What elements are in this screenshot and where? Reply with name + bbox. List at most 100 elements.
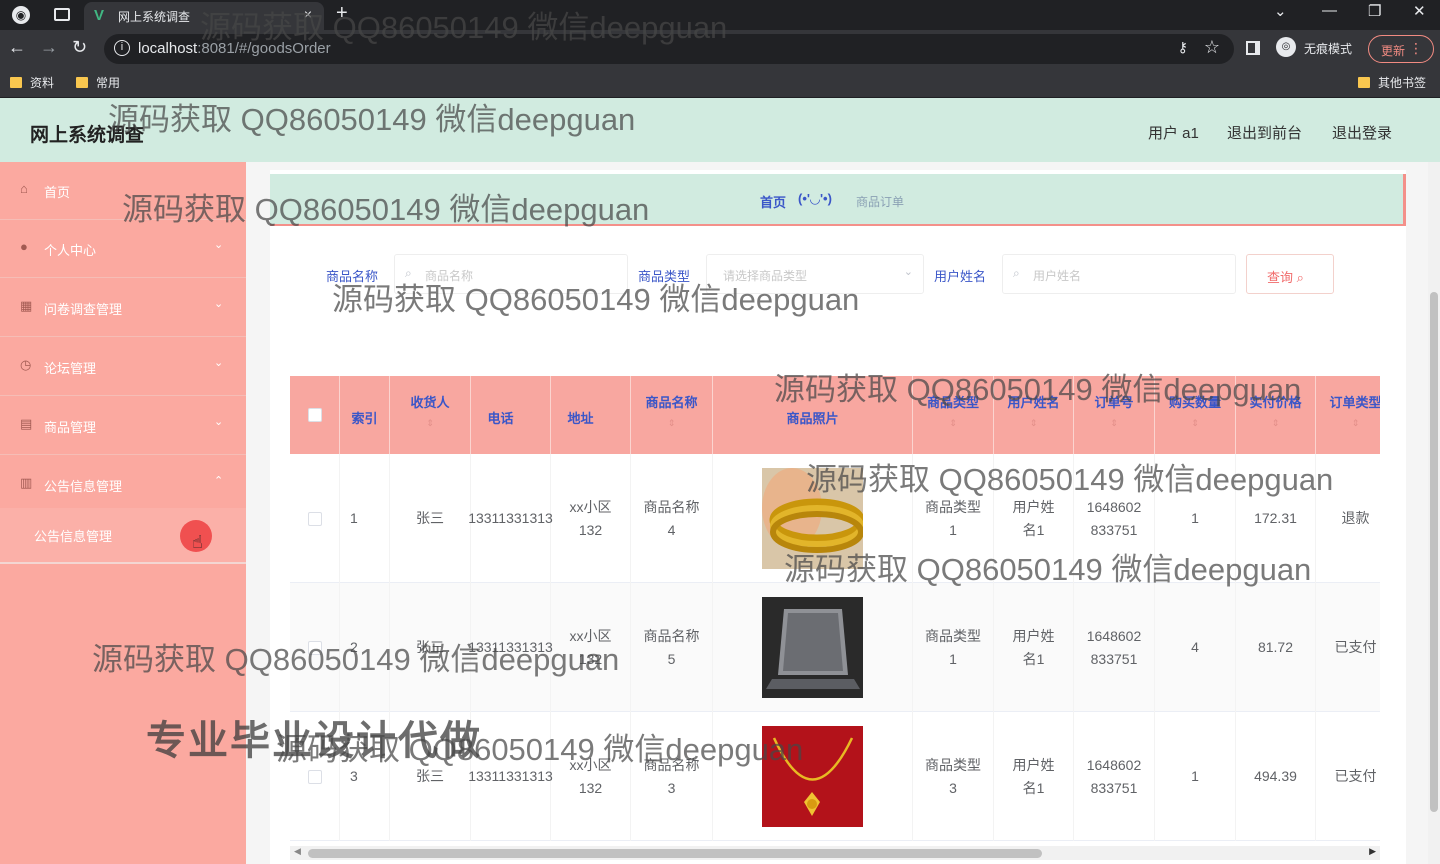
goods-type-select[interactable]: 请选择商品类型 ⌄ — [706, 254, 924, 294]
sidebar-item-survey[interactable]: ▦ 问卷调查管理 ⌄ — [0, 279, 246, 337]
minimize-icon[interactable]: — — [1322, 2, 1337, 19]
col-receiver[interactable]: 收货人 ⇕ — [390, 376, 471, 454]
globe-icon[interactable]: ◉ — [12, 6, 30, 24]
scrollbar-thumb[interactable] — [1430, 292, 1438, 812]
row-checkbox[interactable] — [307, 769, 322, 784]
home-icon: ⌂ — [20, 181, 28, 196]
tab-close-icon[interactable]: × — [304, 6, 312, 22]
sidebar-item-label: 商品管理 — [44, 420, 97, 435]
col-quantity[interactable]: 购买数量 ⇕ — [1155, 376, 1236, 454]
sidebar-item-profile[interactable]: ● 个人中心 ⌄ — [0, 220, 246, 278]
address-bar[interactable]: i localhost:8081/#/goodsOrder ⚷ ☆ — [104, 34, 1234, 64]
sort-icon[interactable]: ⇕ — [1236, 418, 1315, 429]
sidebar-item-notice[interactable]: ▥ 公告信息管理 ⌃ — [0, 456, 246, 514]
tab-search-chevron-icon[interactable]: ⌄ — [1274, 2, 1287, 20]
col-user-name[interactable]: 用户姓名 ⇕ — [994, 376, 1074, 454]
user-name-input[interactable]: ⌕ 用户姓名 — [1002, 254, 1236, 294]
sort-icon[interactable]: ⇕ — [1316, 418, 1380, 429]
other-bookmarks[interactable]: 其他书签 — [1358, 74, 1426, 91]
sort-icon[interactable]: ⇕ — [631, 418, 712, 429]
col-address[interactable]: 地址 — [551, 376, 631, 454]
current-user: 用户 a1 — [1148, 125, 1199, 142]
key-icon[interactable]: ⚷ — [1178, 39, 1188, 56]
url-text[interactable]: localhost:8081/#/goodsOrder — [138, 40, 331, 57]
table-row[interactable]: 2 张三 13311331313 xx小区132 商品名称5 商品类型1 用户姓… — [290, 583, 1380, 712]
bookmark-star-icon[interactable]: ☆ — [1204, 37, 1220, 58]
bookmark-folder-1[interactable]: 资料 — [10, 74, 54, 91]
back-to-front-link[interactable]: 退出到前台 — [1227, 122, 1302, 143]
clock-icon: ◷ — [20, 357, 32, 372]
tab-switcher-icon[interactable] — [54, 8, 70, 21]
table-row[interactable]: 1 张三 13311331313 xx小区132 商品名称4 商品类型1 用户姓… — [290, 454, 1380, 583]
col-phone[interactable]: 电话 — [471, 376, 551, 454]
cell-quantity: 1 — [1155, 712, 1236, 841]
browser-toolbar: ← → ↻ i localhost:8081/#/goodsOrder ⚷ ☆ … — [0, 30, 1440, 68]
gold-bangles-photo[interactable] — [762, 468, 863, 569]
chevron-down-icon: ⌄ — [214, 239, 224, 251]
side-panel-icon[interactable] — [1246, 41, 1260, 55]
col-price[interactable]: 实付价格 ⇕ — [1236, 376, 1316, 454]
close-window-icon[interactable]: ✕ — [1413, 2, 1426, 20]
back-icon[interactable]: ← — [8, 37, 26, 58]
user-icon: ● — [20, 239, 28, 254]
select-all-checkbox[interactable] — [308, 408, 322, 422]
cell-order-type: 退款 — [1316, 454, 1380, 583]
chevron-down-icon: ⌄ — [903, 266, 913, 278]
col-label: 用户姓名 — [1007, 395, 1060, 410]
horizontal-scrollbar[interactable]: ◀ ▶ — [290, 846, 1380, 860]
sidebar-item-home[interactable]: ⌂ 首页 — [0, 162, 246, 220]
forward-icon[interactable]: → — [40, 37, 58, 58]
logout-link[interactable]: 退出登录 — [1332, 122, 1392, 143]
scrollbar-thumb[interactable] — [308, 849, 1042, 858]
app-header: 网上系统调查 用户 a1 退出到前台 退出登录 — [0, 98, 1440, 162]
row-checkbox[interactable] — [307, 640, 322, 655]
reload-icon[interactable]: ↻ — [72, 37, 87, 58]
laptop-photo[interactable] — [762, 597, 863, 698]
search-icon: ⌕ — [1296, 270, 1304, 285]
col-order-no[interactable]: 订单号 ⇕ — [1074, 376, 1155, 454]
breadcrumb-home[interactable]: 首页 — [760, 192, 786, 211]
survey-icon: ▦ — [20, 298, 33, 313]
sort-icon[interactable]: ⇕ — [913, 418, 993, 429]
incognito-icon[interactable]: ◎ — [1276, 37, 1296, 57]
scroll-right-icon[interactable]: ▶ — [1369, 846, 1376, 857]
sort-icon[interactable]: ⇕ — [994, 418, 1073, 429]
update-label: 更新 — [1381, 44, 1406, 58]
col-index[interactable]: 索引 — [340, 376, 390, 454]
gold-necklace-photo[interactable] — [762, 726, 863, 827]
goods-name-input[interactable]: ⌕ 商品名称 — [394, 254, 628, 294]
site-info-icon[interactable]: i — [114, 40, 130, 56]
cell-order-no: 1648602833751 — [1074, 583, 1155, 712]
sort-icon[interactable]: ⇕ — [390, 418, 470, 429]
cell-quantity: 1 — [1155, 454, 1236, 583]
table-header: 索引 收货人 ⇕ 电话 地址 商品名称 ⇕ 商品照片 商品类型 ⇕ 用户姓名 ⇕… — [290, 376, 1380, 454]
col-goods-type[interactable]: 商品类型 ⇕ — [913, 376, 994, 454]
query-label: 查询 — [1267, 270, 1294, 285]
cell-goods-type: 商品类型1 — [913, 454, 994, 583]
query-button[interactable]: 查询 ⌕ — [1246, 254, 1334, 294]
bookmark-folder-2[interactable]: 常用 — [76, 74, 120, 91]
folder-icon — [10, 77, 22, 88]
vue-logo-icon: V — [94, 7, 105, 24]
sidebar-item-label: 论坛管理 — [44, 361, 97, 376]
chevron-up-icon: ⌃ — [214, 475, 224, 487]
sidebar-item-forum[interactable]: ◷ 论坛管理 ⌄ — [0, 338, 246, 396]
update-button[interactable]: 更新 ⋮ — [1368, 35, 1434, 63]
sidebar-item-goods[interactable]: ▤ 商品管理 ⌄ — [0, 397, 246, 455]
more-menu-icon[interactable]: ⋮ — [1409, 40, 1423, 57]
cell-address: xx小区132 — [551, 712, 631, 841]
col-order-type[interactable]: 订单类型 ⇕ — [1316, 376, 1380, 454]
col-goods-name[interactable]: 商品名称 ⇕ — [631, 376, 713, 454]
vertical-scrollbar[interactable] — [1428, 162, 1440, 864]
restore-icon[interactable]: ❐ — [1368, 2, 1381, 20]
sort-icon[interactable]: ⇕ — [1074, 418, 1154, 429]
goods-name-placeholder: 商品名称 — [425, 269, 474, 283]
new-tab-button[interactable]: + — [336, 2, 348, 25]
cell-phone: 13311331313 — [468, 583, 553, 712]
incognito-label: 无痕模式 — [1304, 42, 1353, 56]
scroll-left-icon[interactable]: ◀ — [294, 846, 301, 857]
col-goods-photo[interactable]: 商品照片 — [713, 376, 913, 454]
sort-icon[interactable]: ⇕ — [1155, 418, 1235, 429]
browser-tab-active[interactable]: V 网上系统调查 × — [84, 2, 324, 30]
row-checkbox[interactable] — [307, 511, 322, 526]
